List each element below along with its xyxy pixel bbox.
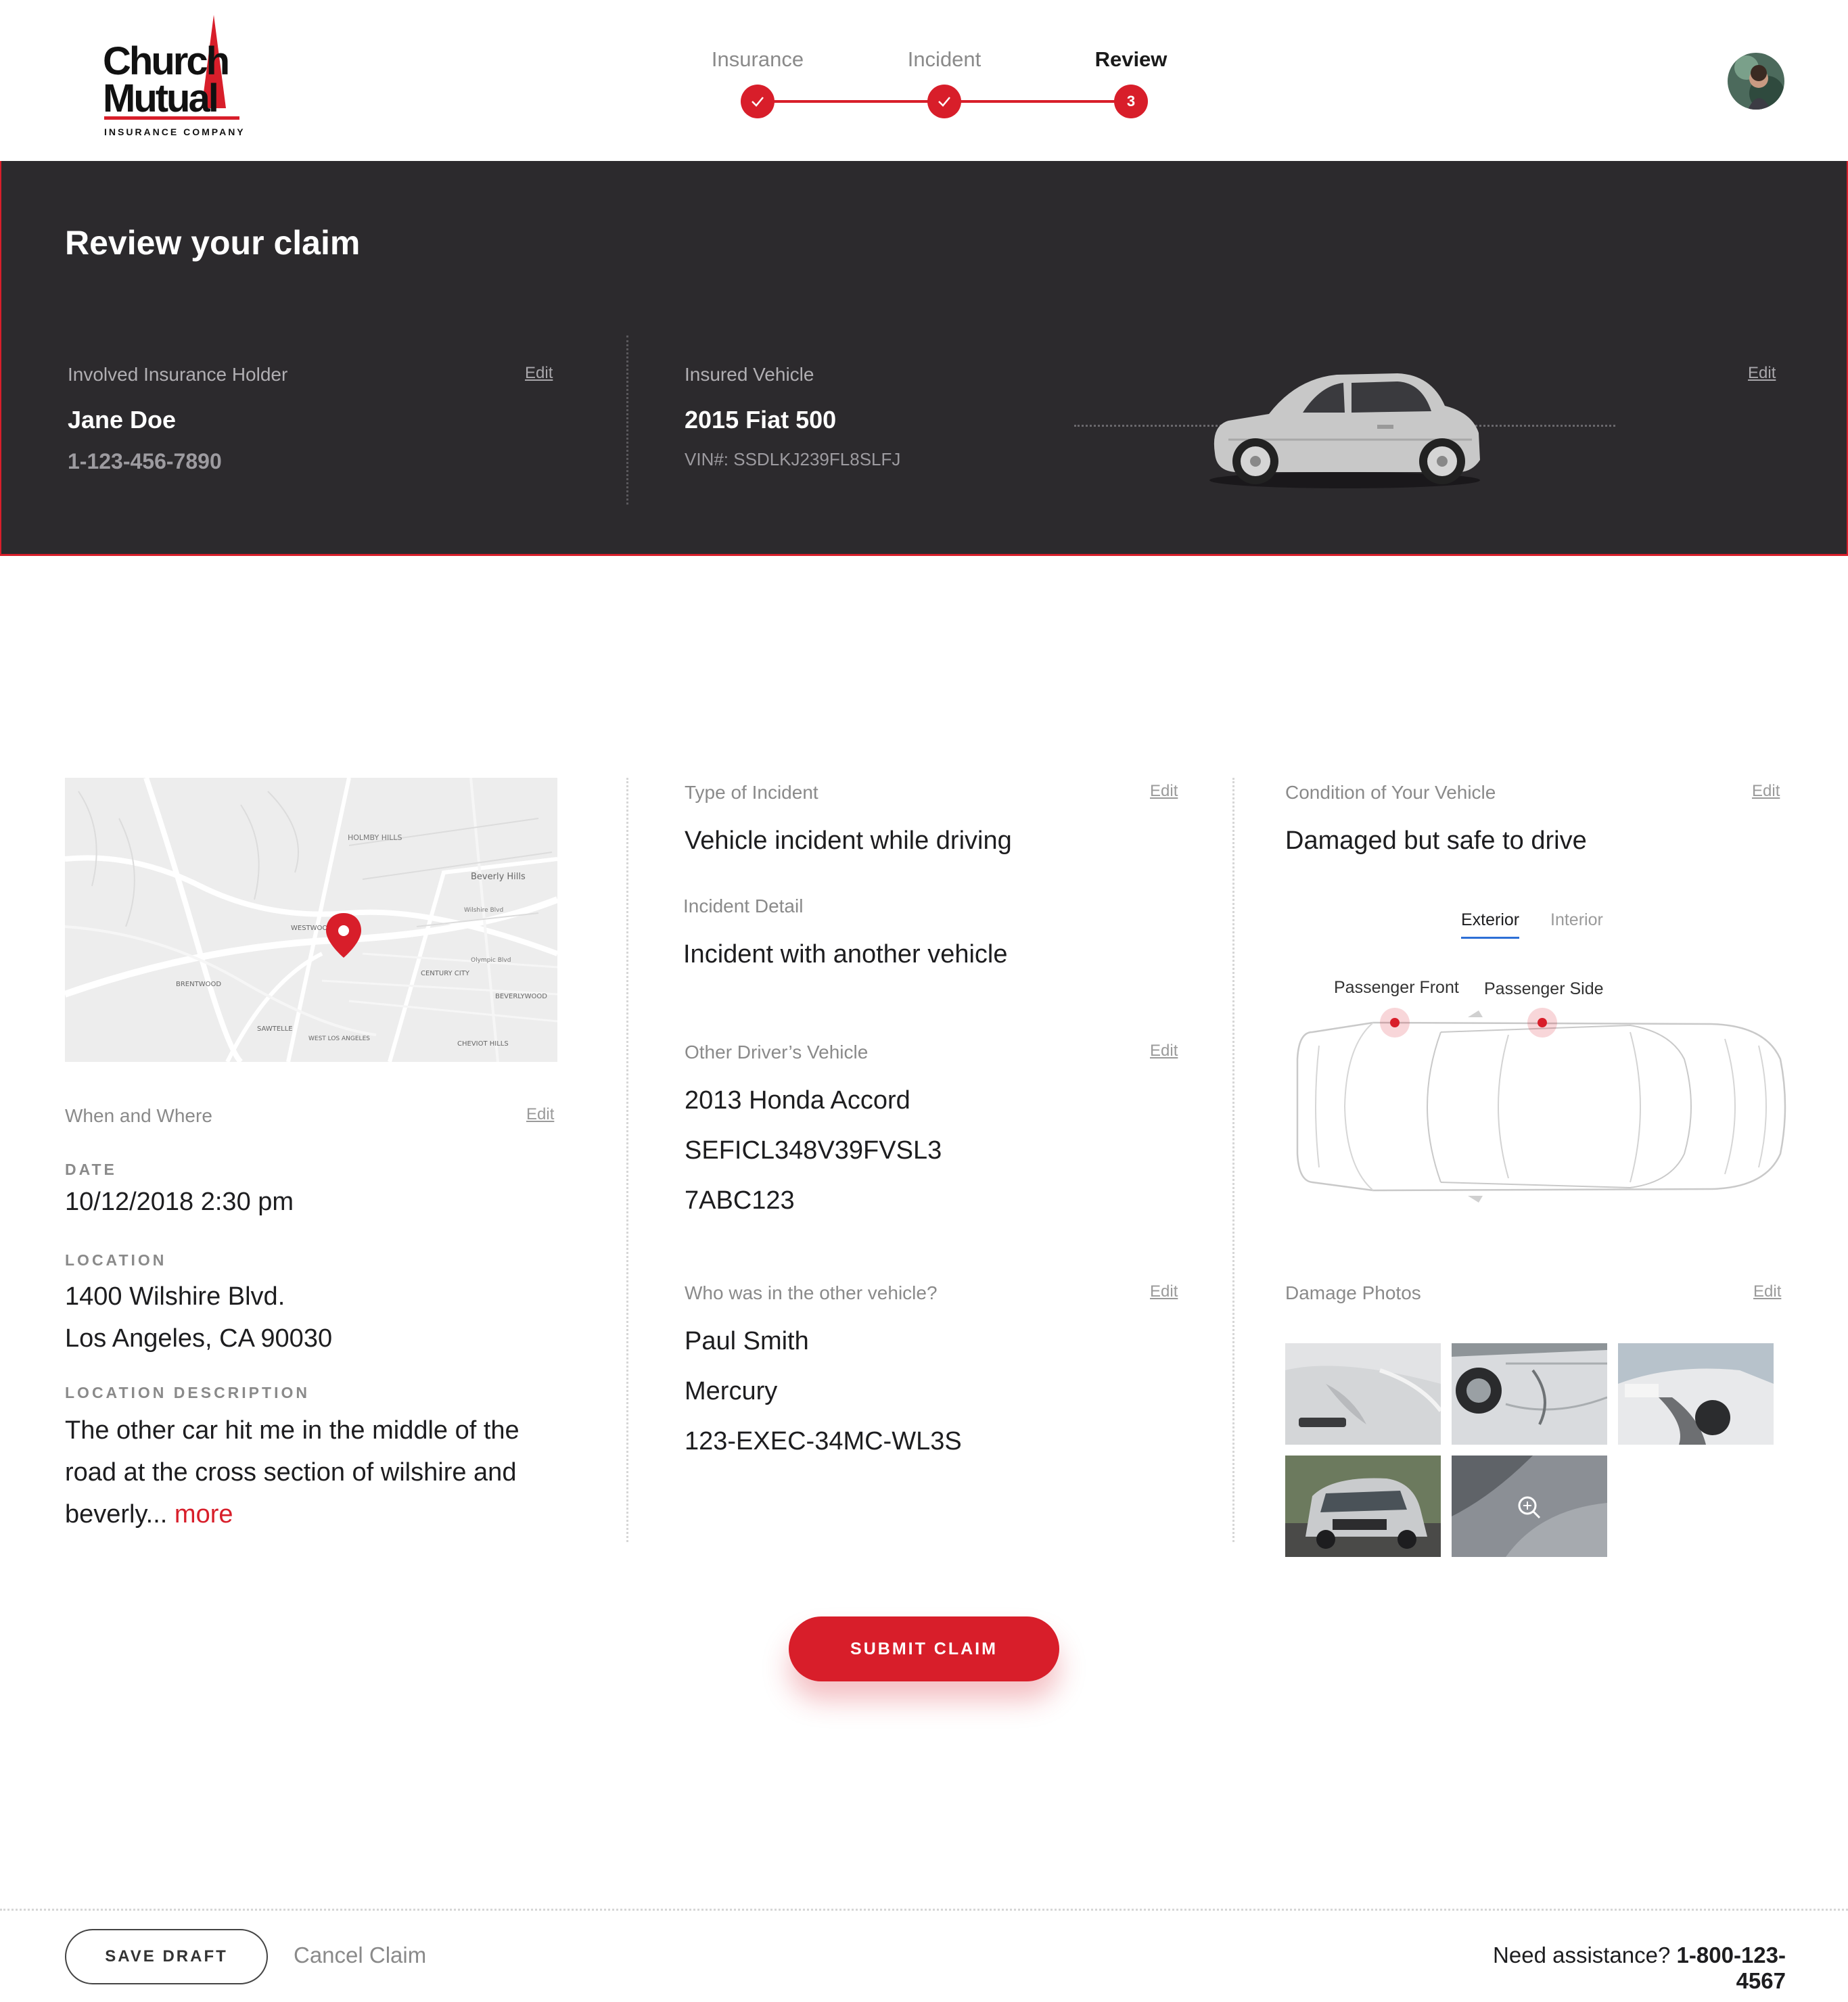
fiat-car-image: [1201, 358, 1488, 494]
location-description-line3: beverly... more: [65, 1500, 233, 1529]
step-connector-2: [944, 100, 1131, 103]
avatar-image: [1728, 53, 1784, 110]
more-link[interactable]: more: [175, 1500, 233, 1529]
step-label-incident[interactable]: Incident: [870, 47, 1019, 72]
cancel-claim-link[interactable]: Cancel Claim: [294, 1942, 426, 1968]
damage-photo-3[interactable]: [1618, 1343, 1774, 1445]
edit-other-occupants-link[interactable]: Edit: [1150, 1282, 1178, 1301]
location-description-text: beverly...: [65, 1500, 168, 1529]
vehicle-condition-value: Damaged but safe to drive: [1285, 827, 1587, 855]
edit-photos-link[interactable]: Edit: [1753, 1282, 1781, 1301]
damage-photo-5[interactable]: [1452, 1456, 1607, 1557]
column-divider-2: [1232, 778, 1234, 1542]
location-description-line1: The other car hit me in the middle of th…: [65, 1416, 519, 1445]
location-line2: Los Angeles, CA 90030: [65, 1324, 333, 1353]
map-label-brentwood: BRENTWOOD: [176, 981, 221, 988]
page-title: Review your claim: [65, 224, 361, 262]
edit-vehicle-link[interactable]: Edit: [1748, 364, 1776, 383]
column-divider-1: [626, 778, 628, 1542]
map-label-holmby: HOLMBY HILLS: [348, 833, 402, 842]
other-vehicle-vin: SEFICL348V39FVSL3: [685, 1136, 942, 1165]
map-label-cheviot: CHEVIOT HILLS: [457, 1040, 509, 1048]
incident-location-map[interactable]: HOLMBY HILLS Beverly Hills WESTWOOD BREN…: [65, 778, 557, 1062]
other-driver-policy: 123-EXEC-34MC-WL3S: [685, 1427, 962, 1456]
other-vehicle-name: 2013 Honda Accord: [685, 1086, 910, 1115]
location-caption: LOCATION: [65, 1251, 167, 1269]
review-banner: [0, 161, 1848, 556]
location-line1: 1400 Wilshire Blvd.: [65, 1282, 285, 1311]
assistance-info: Need assistance? 1-800-123-4567: [1448, 1942, 1786, 1994]
hotspot-passenger-side[interactable]: [1527, 1008, 1557, 1038]
step-dot-review: 3: [1114, 85, 1148, 118]
map-label-wilshire: Wilshire Blvd: [464, 907, 503, 914]
logo-graphic: Church Mutual INSURANCE COMPANY: [103, 15, 246, 137]
edit-holder-link[interactable]: Edit: [525, 364, 553, 383]
other-vehicle-label: Other Driver’s Vehicle: [685, 1042, 869, 1063]
hotspot-label-passenger-front: Passenger Front: [1334, 978, 1459, 997]
vehicle-condition-label: Condition of Your Vehicle: [1285, 782, 1496, 803]
edit-other-vehicle-link[interactable]: Edit: [1150, 1042, 1178, 1061]
check-icon: [752, 97, 764, 107]
incident-detail-value: Incident with another vehicle: [683, 940, 1008, 969]
edit-condition-link[interactable]: Edit: [1752, 782, 1780, 801]
edit-when-where-link[interactable]: Edit: [526, 1105, 554, 1124]
insured-vehicle-name: 2015 Fiat 500: [685, 406, 837, 434]
hotspot-passenger-front[interactable]: [1380, 1008, 1410, 1038]
step-label-review: Review: [1094, 47, 1168, 71]
insured-vehicle-vin: VIN#: SSDLKJ239FL8SLFJ: [685, 449, 901, 469]
map-label-beverlywood: BEVERLYWOOD: [495, 993, 547, 1000]
edit-incident-type-link[interactable]: Edit: [1150, 782, 1178, 801]
map-label-west-la: WEST LOS ANGELES: [308, 1035, 370, 1042]
assistance-text: Need assistance?: [1493, 1942, 1671, 1968]
step-connector-1: [758, 100, 944, 103]
insured-vehicle-label: Insured Vehicle: [685, 364, 814, 385]
holder-name: Jane Doe: [68, 406, 177, 434]
church-mutual-logo[interactable]: Church Mutual INSURANCE COMPANY: [100, 14, 249, 142]
other-occupants-label: Who was in the other vehicle?: [685, 1282, 938, 1303]
user-avatar[interactable]: [1728, 53, 1784, 110]
banner-divider: [626, 335, 628, 505]
tab-interior[interactable]: Interior: [1550, 910, 1603, 930]
step-label-insurance[interactable]: Insurance: [683, 47, 832, 72]
other-driver-name: Paul Smith: [685, 1327, 809, 1355]
insurance-holder-label: Involved Insurance Holder: [68, 364, 288, 385]
damage-photos-label: Damage Photos: [1285, 1282, 1421, 1303]
date-caption: DATE: [65, 1161, 117, 1178]
logo-line2: Mutual: [103, 76, 217, 120]
location-description-caption: LOCATION DESCRIPTION: [65, 1384, 310, 1401]
tab-exterior[interactable]: Exterior: [1461, 910, 1520, 939]
save-draft-button[interactable]: SAVE DRAFT: [65, 1929, 268, 1984]
damage-photo-1[interactable]: [1285, 1343, 1441, 1445]
type-of-incident-label: Type of Incident: [685, 782, 818, 803]
submit-claim-button[interactable]: SUBMIT CLAIM: [789, 1616, 1059, 1681]
map-label-sawtelle: SAWTELLE: [257, 1025, 293, 1033]
holder-phone: 1-123-456-7890: [68, 449, 222, 473]
other-driver-insurer: Mercury: [685, 1377, 778, 1405]
hotspot-label-passenger-side: Passenger Side: [1484, 979, 1604, 998]
map-label-century-city: CENTURY CITY: [421, 970, 470, 977]
damage-photo-2[interactable]: [1452, 1343, 1607, 1445]
progress-stepper: Insurance Incident Review 3: [683, 41, 1170, 129]
step-dot-insurance[interactable]: [741, 85, 775, 118]
damage-photo-4[interactable]: [1285, 1456, 1441, 1557]
incident-date: 10/12/2018 2:30 pm: [65, 1188, 294, 1216]
logo-subtitle: INSURANCE COMPANY: [104, 126, 246, 137]
check-icon: [938, 97, 950, 107]
map-label-olympic: Olympic Blvd: [471, 957, 511, 964]
incident-type-value: Vehicle incident while driving: [685, 827, 1012, 855]
assistance-phone[interactable]: 1-800-123-4567: [1677, 1942, 1786, 1993]
location-description-line2: road at the cross section of wilshire an…: [65, 1458, 517, 1487]
map-label-beverly: Beverly Hills: [471, 872, 526, 882]
step-dot-incident[interactable]: [927, 85, 961, 118]
footer-divider: [0, 1909, 1848, 1911]
when-where-label: When and Where: [65, 1105, 212, 1126]
incident-detail-label: Incident Detail: [683, 895, 804, 916]
other-vehicle-plate: 7ABC123: [685, 1186, 795, 1215]
